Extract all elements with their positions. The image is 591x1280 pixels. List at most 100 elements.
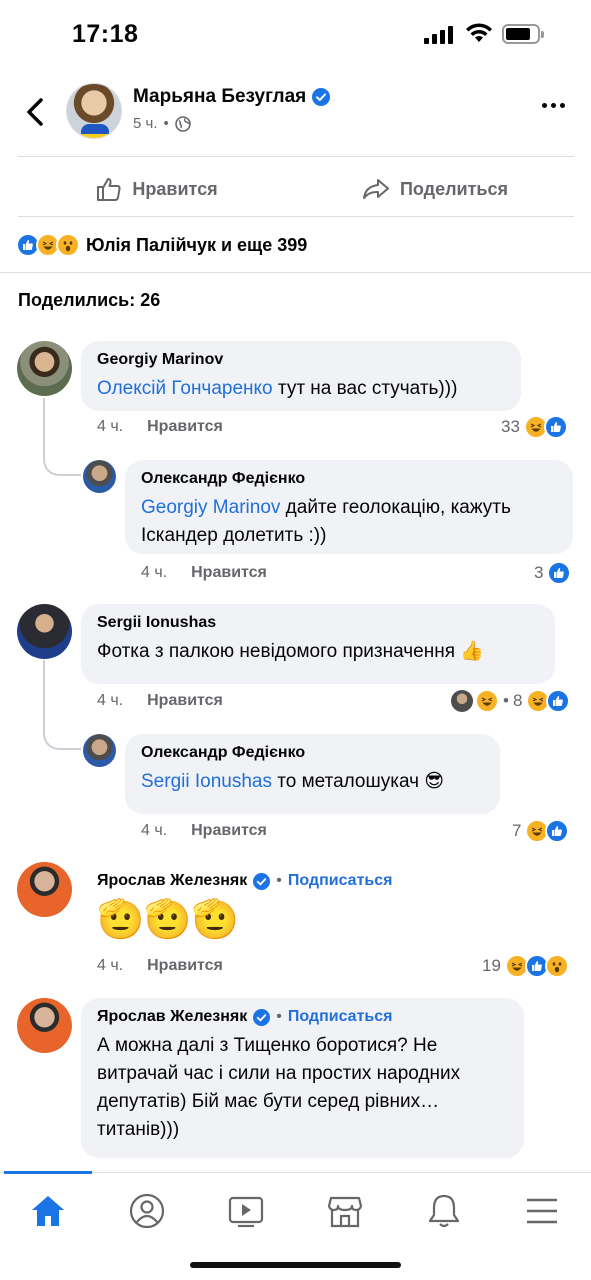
post-header: Марьяна Безуглая 5 ч. •	[0, 70, 591, 154]
comment-reaction-count[interactable]: 19	[482, 954, 569, 978]
comment-reaction-count[interactable]: 7	[512, 819, 570, 843]
meta-separator: •	[163, 115, 169, 132]
comment-bubble: Олександр Федієнко Sergii Ionushas то ме…	[125, 734, 500, 814]
haha-reaction-icon	[475, 689, 499, 713]
comment-like-button[interactable]: Нравится	[147, 418, 223, 436]
comment-meta: 4 ч. Нравится	[97, 957, 223, 975]
reactions-text: Юлія Палійчук и еще 399	[86, 234, 308, 255]
tab-notifications[interactable]	[424, 1191, 464, 1231]
post-actions: Нравится Поделиться	[18, 162, 574, 216]
commenter-avatar[interactable]	[17, 341, 72, 396]
comment-author-text: Олександр Федієнко	[141, 470, 306, 487]
bell-icon	[428, 1194, 460, 1228]
divider	[18, 156, 574, 157]
tab-menu[interactable]	[522, 1191, 562, 1231]
comment-time: 4 ч.	[141, 564, 168, 581]
more-dot	[551, 103, 556, 108]
commenter-avatar[interactable]	[17, 998, 72, 1053]
tab-home[interactable]	[28, 1191, 68, 1231]
comment-meta: 4 ч. Нравится	[97, 418, 223, 436]
replies-preview[interactable]: • 8	[451, 689, 571, 713]
comment-body: то металошукач 😎	[271, 771, 445, 792]
more-options-button[interactable]	[542, 103, 565, 108]
comment-like-button[interactable]: Нравится	[147, 692, 223, 710]
reaction-count-number: 33	[501, 417, 520, 436]
comment-like-button[interactable]: Нравится	[191, 564, 267, 582]
comment-author-text: Ярослав Железняк	[97, 1008, 248, 1025]
like-reaction-icon	[545, 819, 570, 843]
comment-mention[interactable]: Georgiy Marinov	[141, 497, 280, 518]
wifi-icon	[466, 23, 492, 42]
reactions-summary[interactable]: Юлія Палійчук и еще 399	[16, 230, 307, 260]
comment-author[interactable]: Sergii Ionushas	[97, 614, 539, 632]
comment-author[interactable]: Ярослав Железняк • Подписаться	[97, 1008, 508, 1026]
follow-button[interactable]: Подписаться	[288, 872, 393, 890]
commenter-avatar[interactable]	[83, 460, 116, 493]
comment-author[interactable]: Олександр Федієнко	[141, 744, 484, 762]
more-horizontal-icon	[542, 103, 547, 108]
comment-author-text: Sergii Ionushas	[97, 614, 217, 631]
home-indicator	[190, 1262, 401, 1268]
comment-text: А можна далі з Тищенко боротися? Не витр…	[97, 1035, 461, 1140]
comment-bubble: Georgiy Marinov Олексій Гончаренко тут н…	[81, 341, 521, 411]
comment-like-button[interactable]: Нравится	[147, 957, 223, 975]
author-name[interactable]: Марьяна Безуглая	[133, 86, 331, 108]
comment-bubble: Олександр Федієнко Georgiy Marinov дайте…	[125, 460, 573, 554]
tab-video[interactable]	[226, 1191, 266, 1231]
like-reaction-icon	[543, 415, 568, 439]
globe-icon	[174, 115, 191, 132]
like-label: Нравится	[132, 178, 218, 199]
author-name-text: Марьяна Безуглая	[133, 86, 307, 107]
divider	[18, 216, 574, 217]
comment-reaction-count[interactable]: 3	[534, 561, 572, 585]
comment-author[interactable]: Олександр Федієнко	[141, 470, 557, 488]
share-button[interactable]: Поделиться	[296, 162, 574, 216]
reaction-count-number: 19	[482, 956, 501, 975]
like-reaction-icon	[546, 689, 571, 713]
share-arrow-icon	[362, 179, 389, 199]
comment-bubble: Ярослав Железняк • Подписаться А можна д…	[81, 998, 524, 1158]
author-avatar[interactable]	[66, 83, 122, 139]
chevron-left-icon	[27, 98, 43, 126]
divider	[0, 272, 591, 273]
status-time: 17:18	[72, 20, 139, 48]
battery-icon	[502, 24, 544, 44]
author-separator: •	[276, 1008, 282, 1025]
comment-reaction-count[interactable]: 33	[501, 415, 568, 439]
back-button[interactable]	[20, 92, 50, 132]
verified-badge-icon	[312, 88, 331, 106]
comment-mention[interactable]: Олексій Гончаренко	[97, 378, 273, 399]
comment-time: 4 ч.	[97, 418, 124, 435]
comment-body: тут на вас стучать)))	[272, 378, 458, 399]
marketplace-icon	[327, 1196, 363, 1228]
comment-text: Фотка з палкою невідомого призначення 👍	[97, 641, 484, 662]
replies-separator: •	[503, 691, 509, 710]
post-time: 5 ч.	[133, 115, 158, 132]
comment-time: 4 ч.	[97, 692, 124, 709]
menu-icon	[527, 1198, 557, 1224]
like-button[interactable]: Нравится	[18, 162, 296, 216]
status-bar: 17:18	[0, 0, 591, 70]
home-icon	[32, 1196, 64, 1226]
wow-reaction-icon	[56, 233, 80, 257]
comment-author-text: Ярослав Железняк	[97, 872, 248, 889]
comment-author[interactable]: Georgiy Marinov	[97, 351, 505, 369]
commenter-avatar[interactable]	[17, 604, 72, 659]
tab-profile[interactable]	[127, 1191, 167, 1231]
verified-badge-icon	[253, 1008, 271, 1026]
active-tab-indicator	[4, 1171, 92, 1174]
follow-button[interactable]: Подписаться	[288, 1008, 393, 1026]
wow-reaction-icon	[544, 954, 569, 978]
tab-marketplace[interactable]	[325, 1191, 365, 1231]
reply-reaction-count: 8	[512, 691, 523, 710]
commenter-avatar[interactable]	[83, 734, 116, 767]
comment-author[interactable]: Ярослав Железняк • Подписаться	[97, 872, 577, 890]
comment-meta: 4 ч. Нравится	[141, 822, 267, 840]
comment-mention[interactable]: Sergii Ionushas	[141, 771, 272, 792]
comment-body-block: Ярослав Железняк • Подписаться 🫡🫡🫡	[97, 872, 577, 944]
comment-emoji-text: 🫡🫡🫡	[97, 899, 239, 941]
thread-connector	[43, 660, 81, 750]
shares-count[interactable]: Поделились: 26	[18, 290, 160, 311]
commenter-avatar[interactable]	[17, 862, 72, 917]
comment-like-button[interactable]: Нравится	[191, 822, 267, 840]
